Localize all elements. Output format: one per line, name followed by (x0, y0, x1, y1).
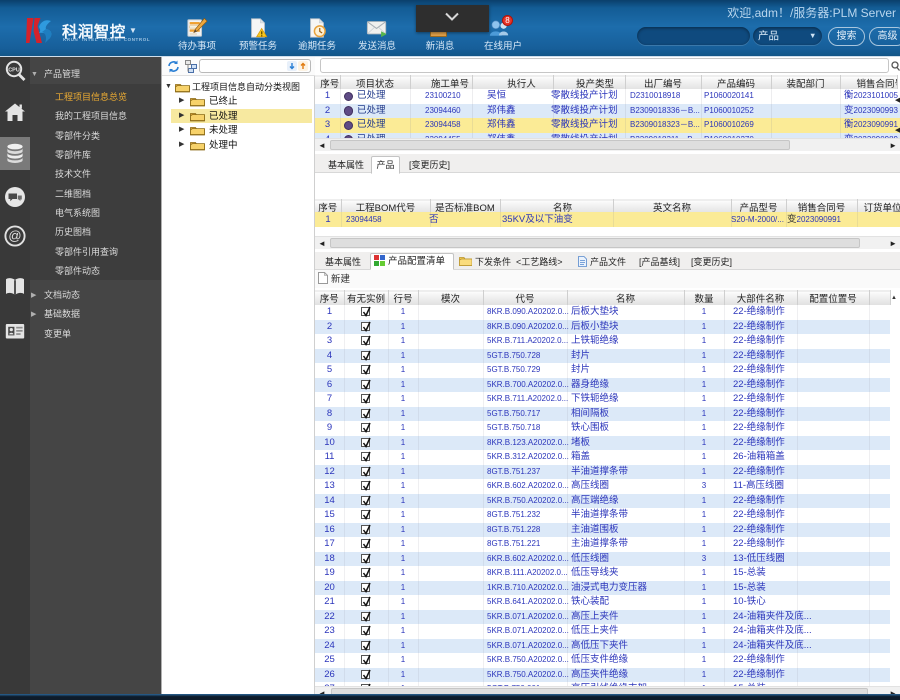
svg-text:CPU: CPU (8, 68, 20, 74)
svg-text:@: @ (8, 228, 21, 243)
